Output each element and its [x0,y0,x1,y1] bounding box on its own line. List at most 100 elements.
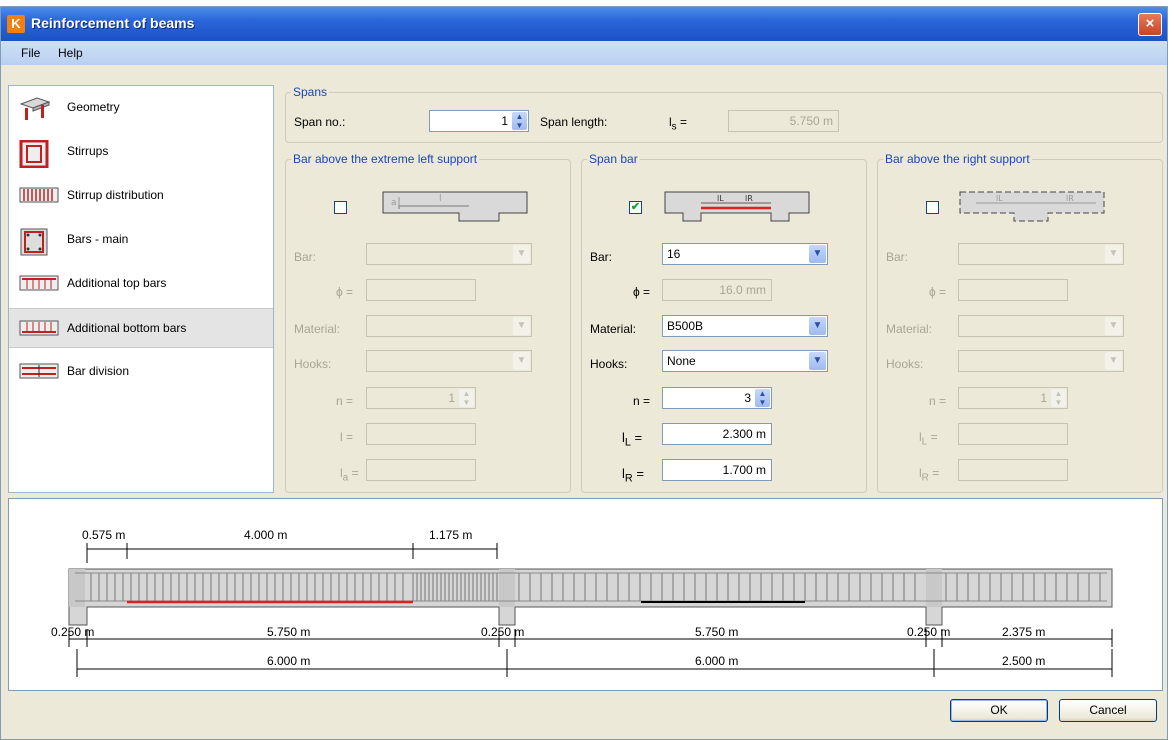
total-span-3: 2.500 m [1002,654,1045,668]
nav-item-bars-main[interactable]: Bars - main [9,220,273,260]
ls-label: ls = [669,115,688,133]
chevron-down-icon: ▼ [1105,352,1122,370]
left-n-label: n = [336,394,354,408]
ok-button[interactable]: OK [950,699,1048,722]
span-no-spin-icon[interactable]: ▲ ▼ [512,112,527,130]
span-phi-label: ϕ = [633,285,651,299]
span-diagram-l-text: lL [717,194,724,203]
right-phi-label: ϕ = [929,285,947,299]
support-width-2: 0.250 m [481,625,524,639]
nav-item-additional-top-bars[interactable]: Additional top bars [9,264,273,304]
span-material-label: Material: [590,322,637,336]
app-logo-icon: K [7,15,25,33]
span-lL-label: lL = [622,430,643,449]
beam-drawing: 0.575 m 4.000 m 1.175 m 0.250 m 0.250 m [51,528,1113,677]
span-diagram-r-text: lR [745,194,753,203]
bar-division-icon [19,363,59,379]
nav-item-additional-bottom-bars[interactable]: Additional bottom bars [9,308,273,348]
chevron-down-icon: ▼ [1105,317,1122,335]
span-hooks-select[interactable]: None ▼ [662,350,828,372]
left-la-label: la = [340,466,359,484]
span-bar-label: Bar: [590,250,613,264]
close-button[interactable]: × [1138,13,1162,36]
right-n-label: n = [929,394,947,408]
stirrup-distribution-icon [19,187,59,203]
additional-bottom-bars-icon [19,320,59,336]
nav-item-geometry[interactable]: Geometry [9,88,273,128]
left-phi-label: ϕ = [336,285,354,299]
span-length-label: Span length: [540,115,608,129]
title-bar[interactable]: K Reinforcement of beams × [1,7,1167,41]
right-support-diagram-icon: lL lR [959,191,1105,222]
chevron-down-icon: ▼ [809,352,826,370]
span-n-spin-icon[interactable]: ▲ ▼ [755,389,770,407]
chevron-down-icon: ▼ [513,352,530,370]
right-material-label: Material: [886,322,933,336]
right-material-select: ▼ [958,315,1124,337]
bars-main-icon [20,228,48,256]
right-lL-field [958,423,1068,445]
span-n-stepper[interactable]: 3 ▲ ▼ [662,387,772,409]
span-bar-legend: Span bar [589,152,638,166]
span-material-select[interactable]: B500B ▼ [662,315,828,337]
nav-item-stirrups[interactable]: Stirrups [9,132,273,172]
total-span-2: 6.000 m [695,654,738,668]
nav-item-stirrup-distribution[interactable]: Stirrup distribution [9,176,273,216]
left-diagram-a-text: a [391,198,397,208]
cancel-button[interactable]: Cancel [1059,699,1157,722]
chevron-down-icon: ▼ [1105,245,1122,263]
left-hooks-label: Hooks: [294,357,332,371]
span-lL-field[interactable]: 2.300 m [662,423,772,445]
span-bar-diagram-icon: lL lR [664,191,810,222]
left-n-spin-icon: ▲ ▼ [459,389,474,407]
right-hooks-select: ▼ [958,350,1124,372]
left-l-label: l = [340,430,354,444]
span-lR-field[interactable]: 1.700 m [662,459,772,481]
span-lR-label: lR = [622,466,644,485]
left-material-select: ▼ [366,315,532,337]
chevron-down-icon: ▼ [809,245,826,263]
left-hooks-select: ▼ [366,350,532,372]
window-title: Reinforcement of beams [31,15,195,31]
span-hooks-label: Hooks: [590,357,628,371]
right-support-checkbox[interactable] [926,201,939,214]
left-support-legend: Bar above the extreme left support [293,152,478,166]
span-length-field: 5.750 m [728,110,839,132]
chevron-down-icon: ▼ [513,245,530,263]
clear-span-1: 5.750 m [267,625,310,639]
left-l-field [366,423,476,445]
spans-legend: Spans [293,85,328,99]
left-n-stepper: 1 ▲ ▼ [366,387,476,409]
section-nav: Geometry Stirrups Stirrup distribution B… [8,85,274,493]
right-n-spin-icon: ▲ ▼ [1051,389,1066,407]
menu-help[interactable]: Help [58,46,83,60]
right-hooks-label: Hooks: [886,357,924,371]
geometry-icon [19,97,51,120]
left-la-field [366,459,476,481]
span-no-stepper[interactable]: 1 ▲ ▼ [429,110,529,132]
support-width-3: 0.250 m [907,625,950,639]
right-n-stepper: 1 ▲ ▼ [958,387,1068,409]
menu-bar: File Help [1,41,1167,65]
left-bar-label: Bar: [294,250,317,264]
beam-preview: 0.575 m 4.000 m 1.175 m 0.250 m 0.250 m [8,498,1163,691]
span-no-value: 1 [501,114,508,128]
top-dim-2: 4.000 m [244,528,287,542]
spans-group: Spans [285,85,1163,143]
span-bar-select[interactable]: 16 ▼ [662,243,828,265]
menu-file[interactable]: File [21,46,40,60]
span-n-label: n = [633,394,651,408]
left-bar-select: ▼ [366,243,532,265]
right-bar-select: ▼ [958,243,1124,265]
span-bar-checkbox[interactable]: ✔ [629,201,642,214]
span-no-label: Span no.: [294,115,346,129]
left-phi-field [366,279,476,301]
left-support-checkbox[interactable] [334,201,347,214]
top-dim-3: 1.175 m [429,528,472,542]
right-support-legend: Bar above the right support [885,152,1030,166]
left-support-diagram-icon: a l [382,191,528,222]
dialog-window: K Reinforcement of beams × File Help Geo… [0,6,1168,740]
nav-item-bar-division[interactable]: Bar division [9,352,273,392]
span-phi-field: 16.0 mm [662,279,772,301]
chevron-down-icon: ▼ [809,317,826,335]
